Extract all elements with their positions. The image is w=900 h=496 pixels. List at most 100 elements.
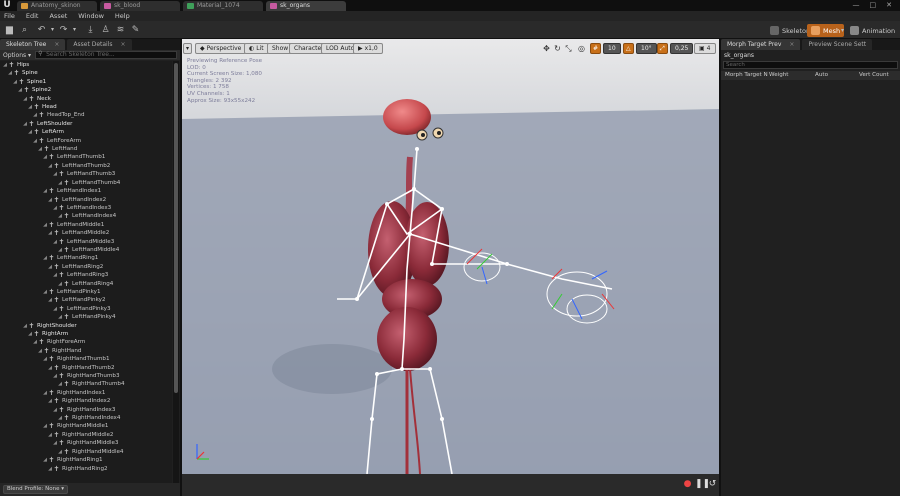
bone-row[interactable]: ◢ ✝ LeftHandThumb1 xyxy=(0,153,172,161)
bone-row[interactable]: ◢ ✝ LeftForeArm xyxy=(0,137,172,145)
bone-row[interactable]: ◢ ✝ LeftHandMiddle1 xyxy=(0,221,172,229)
bone-row[interactable]: ◢ ✝ RightHandIndex4 xyxy=(0,414,172,422)
bone-row[interactable]: ◢ ✝ RightHandIndex2 xyxy=(0,397,172,405)
bone-row[interactable]: ◢ ✝ LeftHandMiddle4 xyxy=(0,246,172,254)
scale-snap-value[interactable]: 0,25 xyxy=(670,43,694,54)
maximize-icon[interactable]: □ xyxy=(870,0,877,11)
col-auto[interactable]: Auto xyxy=(811,71,855,80)
redo-dropdown-icon[interactable]: ▾ xyxy=(69,24,80,35)
undo-icon[interactable]: ↶ xyxy=(36,24,47,35)
bone-row[interactable]: ◢ ✝ RightHandMiddle3 xyxy=(0,439,172,447)
close-icon[interactable]: ✕ xyxy=(886,0,892,11)
bone-row[interactable]: ◢ ✝ LeftHandThumb3 xyxy=(0,170,172,178)
bone-row[interactable]: ◢ ✝ LeftHandMiddle2 xyxy=(0,229,172,237)
tab-asset-details[interactable]: Asset Details × xyxy=(67,39,132,50)
bone-row[interactable]: ◢ ✝ RightHandThumb3 xyxy=(0,372,172,380)
options-button[interactable]: Options ▾ xyxy=(3,52,31,59)
grid-snap-value[interactable]: 10 xyxy=(603,43,621,54)
document-tab[interactable]: Material_1074 xyxy=(183,1,263,11)
bone-row[interactable]: ◢ ✝ Spine xyxy=(0,69,172,77)
save-icon[interactable]: ▆ xyxy=(4,24,15,35)
tab-morph-target-preview[interactable]: Morph Target Prev × xyxy=(721,39,801,50)
pause-icon[interactable]: ❚❚ xyxy=(695,479,710,490)
bone-row[interactable]: ◢ ✝ RightHandRing2 xyxy=(0,465,172,473)
minimize-icon[interactable]: — xyxy=(853,0,860,11)
col-weight[interactable]: Weight xyxy=(765,71,811,80)
tab-preview-scene-settings[interactable]: Preview Scene Sett xyxy=(802,39,873,50)
bone-row[interactable]: ◢ ✝ Hips xyxy=(0,61,172,69)
perspective-button[interactable]: ◆ Perspective xyxy=(195,43,247,54)
bone-row[interactable]: ◢ ✝ RightHandMiddle2 xyxy=(0,431,172,439)
redo-icon[interactable]: ↷ xyxy=(58,24,69,35)
skeleton-icon[interactable]: ♙ xyxy=(100,24,111,35)
bone-row[interactable]: ◢ ✝ Spine2 xyxy=(0,86,172,94)
record-icon[interactable]: ● xyxy=(682,479,693,490)
close-icon[interactable]: × xyxy=(121,41,126,48)
bone-row[interactable]: ◢ ✝ Head xyxy=(0,103,172,111)
scale-icon[interactable]: ⤡ xyxy=(564,44,573,53)
bone-row[interactable]: ◢ ✝ LeftHandIndex2 xyxy=(0,196,172,204)
bone-row[interactable]: ◢ ✝ LeftHandMiddle3 xyxy=(0,238,172,246)
bone-row[interactable]: ◢ ✝ RightHandMiddle1 xyxy=(0,422,172,430)
document-tab[interactable]: Anatomy_skinon xyxy=(17,1,97,11)
bone-row[interactable]: ◢ ✝ RightHandThumb2 xyxy=(0,364,172,372)
menu-file[interactable]: File xyxy=(4,11,15,21)
rotation-snap-toggle[interactable]: △ xyxy=(623,43,634,54)
bone-row[interactable]: ◢ ✝ LeftHandPinky4 xyxy=(0,313,172,321)
document-tab[interactable]: sk_blood xyxy=(100,1,180,11)
reimport-icon[interactable]: ⤓ xyxy=(85,24,96,35)
bone-row[interactable]: ◢ ✝ LeftHandRing1 xyxy=(0,254,172,262)
browse-icon[interactable]: ⌕ xyxy=(19,24,30,35)
bone-row[interactable]: ◢ ✝ RightShoulder xyxy=(0,322,172,330)
blend-profile-dropdown[interactable]: Blend Profile: None ▾ xyxy=(3,485,68,494)
camera-speed-button[interactable]: ▣ 4 xyxy=(694,43,716,54)
unreal-logo-icon[interactable]: U xyxy=(0,0,14,11)
bone-row[interactable]: ◢ ✝ LeftHandPinky1 xyxy=(0,288,172,296)
tab-skeleton-tree[interactable]: Skeleton Tree × xyxy=(0,39,66,50)
playback-speed-button[interactable]: ▶ x1,0 xyxy=(353,43,383,54)
bone-row[interactable]: ◢ ✝ LeftHandPinky2 xyxy=(0,296,172,304)
mode-animation-button[interactable]: Animation xyxy=(846,24,899,37)
bone-row[interactable]: ◢ ✝ LeftHandThumb2 xyxy=(0,162,172,170)
select-icon[interactable]: ✥ xyxy=(542,44,551,53)
document-tab[interactable]: sk_organs xyxy=(266,1,346,11)
bone-row[interactable]: ◢ ✝ RightHandIndex3 xyxy=(0,406,172,414)
menu-asset[interactable]: Asset xyxy=(49,11,67,21)
bone-row[interactable]: ◢ ✝ LeftHand xyxy=(0,145,172,153)
bone-row[interactable]: ◢ ✝ LeftHandRing4 xyxy=(0,280,172,288)
rotate-icon[interactable]: ↻ xyxy=(553,44,562,53)
bone-row[interactable]: ◢ ✝ HeadTop_End xyxy=(0,111,172,119)
undo-dropdown-icon[interactable]: ▾ xyxy=(47,24,58,35)
col-morph-target-name[interactable]: Morph Target N xyxy=(721,71,768,80)
lit-button[interactable]: ◐ Lit xyxy=(244,43,269,54)
bone-row[interactable]: ◢ ✝ LeftHandIndex1 xyxy=(0,187,172,195)
bone-row[interactable]: ◢ ✝ RightHand xyxy=(0,347,172,355)
bone-row[interactable]: ◢ ✝ RightHandThumb1 xyxy=(0,355,172,363)
bone-row[interactable]: ◢ ✝ LeftHandIndex3 xyxy=(0,204,172,212)
bone-row[interactable]: ◢ ✝ RightHandThumb4 xyxy=(0,380,172,388)
bone-row[interactable]: ◢ ✝ LeftHandThumb4 xyxy=(0,179,172,187)
morph-search-input[interactable]: Search xyxy=(723,61,898,69)
brush-icon[interactable]: ✎ xyxy=(130,24,141,35)
close-icon[interactable]: × xyxy=(54,41,59,48)
menu-window[interactable]: Window xyxy=(78,11,104,21)
viewport-menu-button[interactable]: ▾ xyxy=(183,43,193,54)
bone-row[interactable]: ◢ ✝ RightForeArm xyxy=(0,338,172,346)
bone-row[interactable]: ◢ ✝ RightHandMiddle4 xyxy=(0,448,172,456)
tree-scrollbar[interactable] xyxy=(173,61,179,483)
bone-row[interactable]: ◢ ✝ RightHandIndex1 xyxy=(0,389,172,397)
layers-icon[interactable]: ≋ xyxy=(115,24,126,35)
viewport[interactable]: ▾ ◆ Perspective ◐ Lit Show Character LOD A… xyxy=(182,39,719,474)
close-icon[interactable]: × xyxy=(789,41,794,48)
col-vert-count[interactable]: Vert Count xyxy=(855,71,900,80)
bone-row[interactable]: ◢ ✝ RightHandRing1 xyxy=(0,456,172,464)
bone-row[interactable]: ◢ ✝ LeftHandRing2 xyxy=(0,263,172,271)
bone-row[interactable]: ◢ ✝ LeftShoulder xyxy=(0,120,172,128)
menu-help[interactable]: Help xyxy=(115,11,130,21)
grid-snap-toggle[interactable]: # xyxy=(590,43,602,54)
world-space-icon[interactable]: ◎ xyxy=(577,44,586,53)
scroll-thumb[interactable] xyxy=(174,63,178,393)
rotation-snap-value[interactable]: 10° xyxy=(636,43,657,54)
loop-icon[interactable]: ↺ xyxy=(707,479,718,490)
bone-row[interactable]: ◢ ✝ LeftHandRing3 xyxy=(0,271,172,279)
